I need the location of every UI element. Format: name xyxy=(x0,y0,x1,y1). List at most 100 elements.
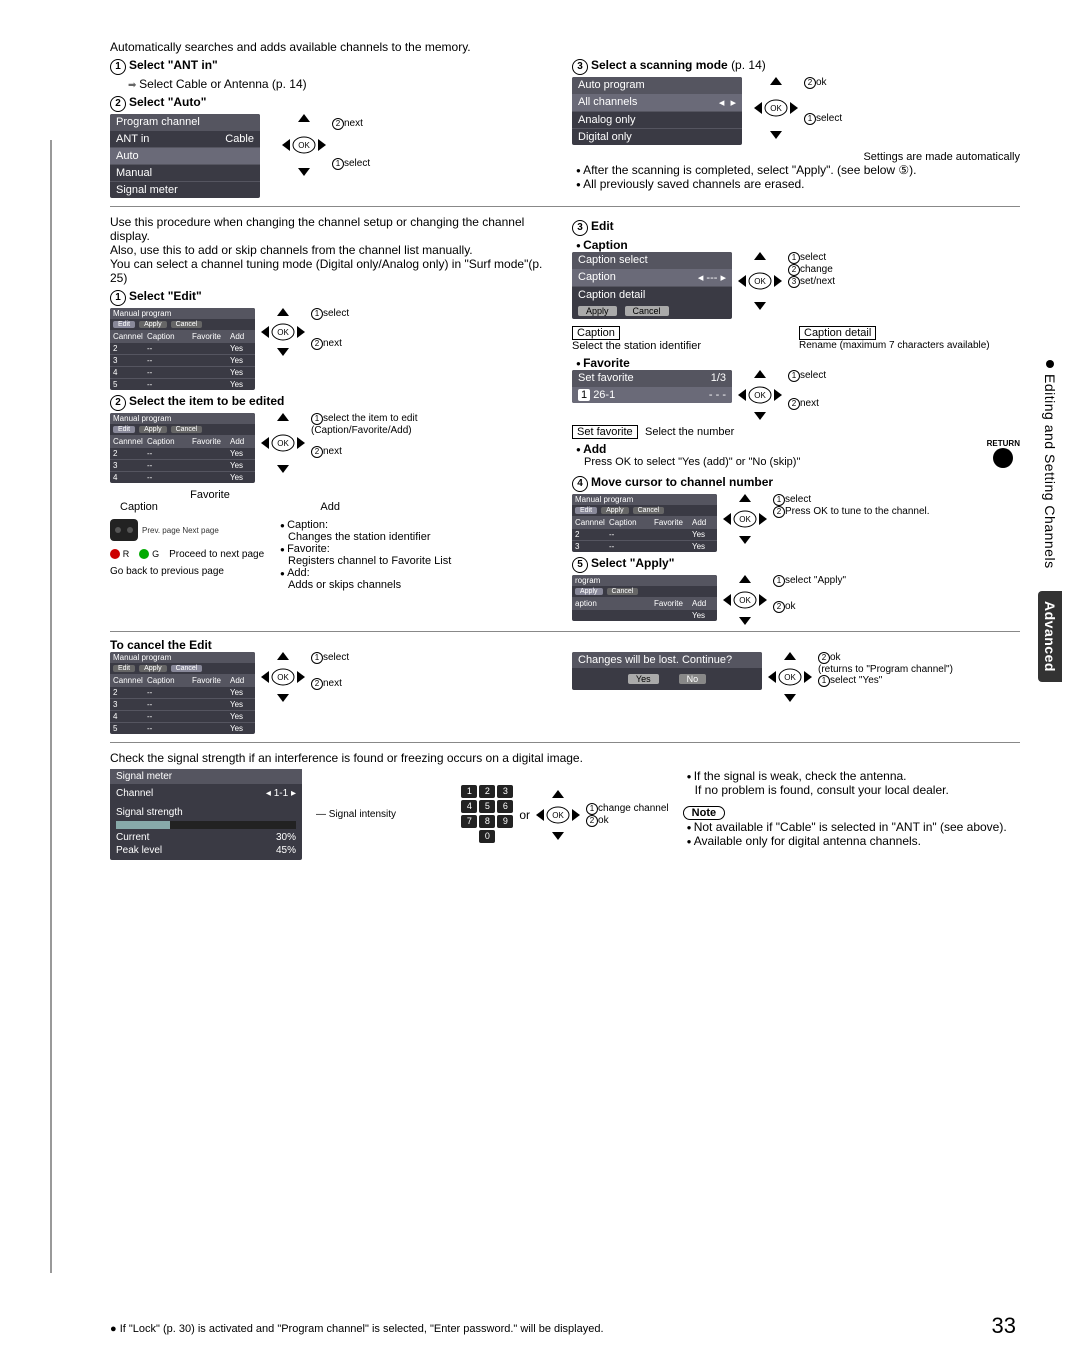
side-tabs: Editing and Setting Channels Advanced xyxy=(1038,350,1062,682)
legend-favorite-desc: Registers channel to Favorite List xyxy=(288,555,451,567)
auto-digital-only: Digital only xyxy=(578,131,632,143)
cancel-yes: Yes xyxy=(628,674,659,684)
step-m1-edit: 1Select "Edit" xyxy=(110,289,558,306)
legend-proceed: Proceed to next page xyxy=(169,549,264,560)
svg-text:OK: OK xyxy=(552,811,564,820)
manual-intro-3: You can select a channel tuning mode (Di… xyxy=(110,257,558,285)
svg-text:OK: OK xyxy=(754,277,766,286)
dp-pressok: 2Press OK to tune to the channel. xyxy=(773,506,930,518)
caption-heading: Caption xyxy=(576,238,1020,252)
return-label: RETURN xyxy=(987,439,1020,448)
add-heading: Add xyxy=(576,442,800,456)
cancel-dialog-title: Changes will be lost. Continue? xyxy=(572,652,762,668)
legend-r: R xyxy=(123,549,130,559)
dp-next-label4: 2next xyxy=(788,398,826,410)
legend-caption-desc: Changes the station identifier xyxy=(288,531,451,543)
legend-footer-hint: Prev. page Next page xyxy=(142,526,219,535)
note-item-2: Available only for digital antenna chann… xyxy=(687,834,1020,848)
caption-cancel: Cancel xyxy=(625,306,669,316)
prog-signal-meter: Signal meter xyxy=(116,184,178,196)
step-m5-apply: 5Select "Apply" xyxy=(572,556,1020,573)
dp-add-hint: (Caption/Favorite/Add) xyxy=(311,425,418,436)
dp-select-label4: 1select xyxy=(788,252,835,264)
auto-note-after-scan: After the scanning is completed, select … xyxy=(576,163,1020,177)
step-1-ant: 1Select "ANT in" xyxy=(110,58,558,75)
dpad-icon: OK xyxy=(738,370,782,420)
legend-add-desc: Adds or skips channels xyxy=(288,579,451,591)
sig-peak-label: Peak level xyxy=(116,845,162,856)
signal-meter-title: Signal meter xyxy=(110,769,302,784)
dpad-icon: OK xyxy=(536,790,580,840)
caption-select-menu: Caption select Caption◂ --- ▸ Caption de… xyxy=(572,252,732,319)
program-channel-title: Program channel xyxy=(110,114,260,130)
caption-detail-row: Caption detail xyxy=(578,289,645,301)
dpad-icon: OK xyxy=(261,652,305,702)
manual-table-m4: Manual program EditApplyCancel CannnelCa… xyxy=(572,494,717,552)
dpad-icon: OK xyxy=(261,413,305,473)
manual-intro-1: Use this procedure when changing the cha… xyxy=(110,215,558,243)
dpad-icon: OK xyxy=(261,308,305,356)
caption-row: Caption xyxy=(578,271,616,284)
side-tab-advanced: Advanced xyxy=(1038,591,1062,682)
dp-select-label3: 1select xyxy=(311,308,349,320)
prog-auto: Auto xyxy=(116,150,139,162)
svg-text:OK: OK xyxy=(277,673,289,682)
auto-analog-only: Analog only xyxy=(578,114,636,126)
auto-program-title: Auto program xyxy=(572,77,742,93)
cancel-heading: To cancel the Edit xyxy=(110,638,1020,652)
sig-peak-val: 45% xyxy=(276,845,296,856)
svg-text:OK: OK xyxy=(277,439,289,448)
or-label: or xyxy=(519,808,530,822)
side-tab-editing: Editing and Setting Channels xyxy=(1038,350,1062,579)
dp-ok-label2: 2ok xyxy=(773,601,846,613)
svg-text:OK: OK xyxy=(739,515,751,524)
dp-next-label3: 2next xyxy=(311,446,418,458)
dp-select-label: 1select xyxy=(332,158,370,170)
legend-goback: Go back to previous page xyxy=(110,566,270,577)
svg-text:OK: OK xyxy=(277,328,289,337)
dpad-icon: OK xyxy=(723,494,767,544)
manual-table-2: Manual program EditApplyCancel CannnelCa… xyxy=(110,413,255,483)
program-channel-menu: Program channel ANT inCable Auto Manual … xyxy=(110,114,260,198)
page-number: 33 xyxy=(992,1313,1016,1339)
dp-ok-label: 2ok xyxy=(804,77,842,89)
caption-box-label: Caption xyxy=(572,326,620,340)
section-manual: Use this procedure when changing the cha… xyxy=(110,215,1020,743)
prog-ant-in: ANT in xyxy=(116,133,149,145)
signal-note-1: If the signal is weak, check the antenna… xyxy=(687,769,1020,783)
footer-note: ● If "Lock" (p. 30) is activated and "Pr… xyxy=(110,1323,604,1335)
dp-next-label: 2next xyxy=(332,118,370,130)
dpad-icon: OK xyxy=(738,252,782,310)
dp-select-apply: 1select "Apply" xyxy=(773,575,846,587)
auto-note-erased: All previously saved channels are erased… xyxy=(576,177,1020,191)
green-dot-icon xyxy=(139,549,149,559)
auto-program-menu: Auto program All channels◂ ▸ Analog only… xyxy=(572,77,742,145)
prog-manual: Manual xyxy=(116,167,152,179)
svg-text:OK: OK xyxy=(784,673,796,682)
legend-favorite-d: Favorite: xyxy=(280,543,451,555)
dp-select-item: 1select the item to edit xyxy=(311,413,418,425)
dp-select-label2: 1select xyxy=(804,113,842,125)
auto-intro: Automatically searches and adds availabl… xyxy=(110,40,1020,54)
dp-select-label5: 1select xyxy=(788,370,826,382)
manual-intro-2: Also, use this to add or skip channels f… xyxy=(110,243,558,257)
dp-select-yes: 1select "Yes" xyxy=(818,675,953,687)
note-label: Note xyxy=(683,806,725,820)
legend-caption: Caption xyxy=(120,501,158,513)
legend-favorite: Favorite xyxy=(190,489,230,501)
dpad-icon: OK xyxy=(754,77,798,139)
sig-channel-label: Channel xyxy=(116,788,153,799)
manual-table-1: Manual program EditApplyCancel CannnelCa… xyxy=(110,308,255,390)
dp-ok-label3: 2ok xyxy=(818,652,953,664)
sig-current-label: Current xyxy=(116,832,149,843)
section-signal: Check the signal strength if an interfer… xyxy=(110,751,1020,868)
auto-all-channels: All channels xyxy=(578,96,637,109)
caption-detail-desc: Rename (maximum 7 characters available) xyxy=(799,340,1020,351)
step-m3-edit: 3Edit xyxy=(572,219,1020,236)
dp-select-label6: 1select xyxy=(773,494,930,506)
dp-setnext-label: 3set/next xyxy=(788,276,835,288)
auto-note-settings: Settings are made automatically xyxy=(572,151,1020,163)
signal-note-2: If no problem is found, consult your loc… xyxy=(695,783,1020,797)
set-favorite-title: Set favorite xyxy=(578,372,634,384)
svg-text:OK: OK xyxy=(754,391,766,400)
